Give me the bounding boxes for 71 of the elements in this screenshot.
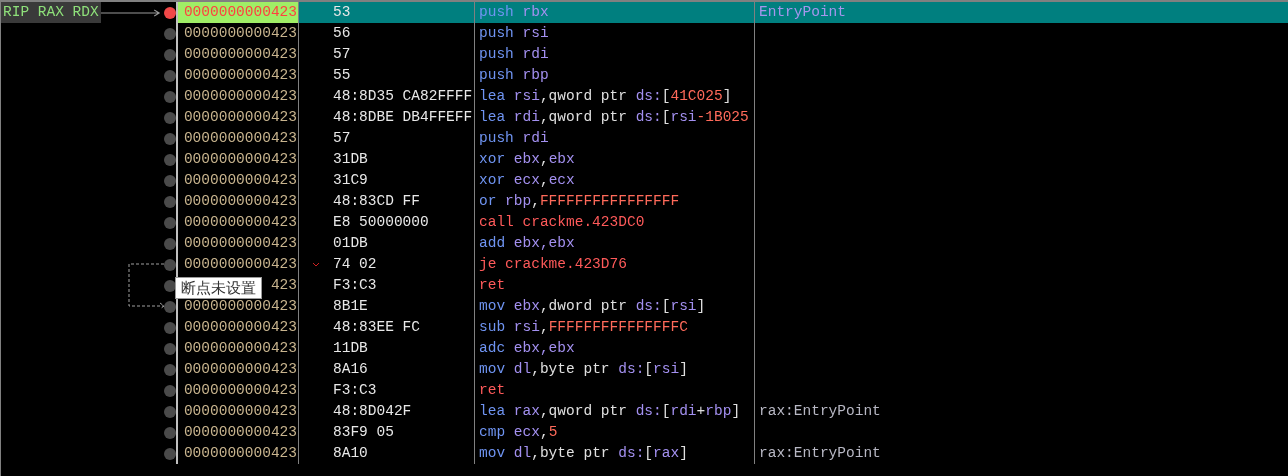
jump-chevron-icon: [312, 262, 320, 267]
tooltip: 断点未设置: [175, 277, 262, 299]
instruction-cell-text: mov dl,byte ptr ds:[rax]: [479, 443, 688, 463]
bytes-cell-text: 53: [333, 2, 351, 22]
bytes-cell-text: 8B1E: [333, 296, 368, 316]
address-cell[interactable]: 0000000000423: [178, 128, 298, 149]
register-label: RIP RAX RDX: [1, 2, 101, 23]
address-cell[interactable]: 0000000000423: [178, 233, 298, 254]
address-cell[interactable]: 0000000000423: [178, 443, 298, 464]
bytes-cell-text: F3:C3: [333, 380, 377, 400]
address-cell[interactable]: 0000000000423: [178, 149, 298, 170]
bytes-cell-text: 48:8DBE DB4FFEFF: [333, 107, 473, 127]
instruction-cell-text: or rbp,FFFFFFFFFFFFFFFF: [479, 191, 680, 211]
instruction-cell-text: push rdi: [479, 128, 549, 148]
bytes-cell-text: 48:8D35 CA82FFFF: [333, 86, 473, 106]
bytes-cell-text: 11DB: [333, 338, 368, 358]
instruction-cell-text: mov ebx,dword ptr ds:[rsi]: [479, 296, 706, 316]
address-cell[interactable]: 0000000000423: [178, 317, 298, 338]
bytes-cell-text: 57: [333, 44, 351, 64]
address-cell[interactable]: 0000000000423: [178, 191, 298, 212]
bytes-cell-text: 56: [333, 23, 351, 43]
instruction-cell-text: lea rsi,qword ptr ds:[41C025]: [479, 86, 732, 106]
bytes-cell-text: 48:83CD FF: [333, 191, 420, 211]
comment-cell-text: EntryPoint: [759, 2, 846, 22]
bytes-cell-text: 48:83EE FC: [333, 317, 420, 337]
address-cell[interactable]: 0000000000423: [178, 44, 298, 65]
pointer-arrow-icon: [100, 8, 161, 17]
comment-cell-text: rax:EntryPoint: [759, 443, 881, 463]
bytes-cell-text: 8A16: [333, 359, 368, 379]
bytes-cell-text: 57: [333, 128, 351, 148]
bytes-cell-text: 8A10: [333, 443, 368, 463]
address-cell[interactable]: 0000000000423: [178, 65, 298, 86]
bytes-cell-text: 31DB: [333, 149, 368, 169]
instruction-cell-text: push rbp: [479, 65, 549, 85]
instruction-cell-text: push rbx: [479, 2, 549, 22]
address-cell[interactable]: 0000000000423: [178, 359, 298, 380]
instruction-cell-text: lea rax,qword ptr ds:[rdi+rbp]: [479, 401, 741, 421]
instruction-cell-text: lea rdi,qword ptr ds:[rsi-1B025: [479, 107, 749, 127]
comment-cell-text: rax:EntryPoint: [759, 401, 881, 421]
address-cell[interactable]: 0000000000423: [178, 296, 298, 317]
bytes-cell-text: 83F9 05: [333, 422, 394, 442]
bytes-cell-text: 74 02: [333, 254, 377, 274]
instruction-cell-text: je crackme.423D76: [479, 254, 627, 274]
instruction-cell-text: ret: [479, 380, 506, 400]
instruction-cell-text: cmp ecx,5: [479, 422, 558, 442]
address-cell[interactable]: 0000000000423: [178, 380, 298, 401]
instruction-cell-text: adc ebx,ebx: [479, 338, 575, 358]
instruction-cell-text: xor ebx,ebx: [479, 149, 575, 169]
instruction-cell-text: mov dl,byte ptr ds:[rsi]: [479, 359, 688, 379]
bytes-cell-text: 31C9: [333, 170, 368, 190]
instruction-cell-text: call crackme.423DC0: [479, 212, 645, 232]
bytes-cell-text: 55: [333, 65, 351, 85]
address-cell[interactable]: 0000000000423: [178, 338, 298, 359]
address-cell[interactable]: 0000000000423: [178, 23, 298, 44]
instruction-cell-text: add ebx,ebx: [479, 233, 575, 253]
instruction-cell-text: push rdi: [479, 44, 549, 64]
address-cell[interactable]: 0000000000423: [178, 212, 298, 233]
instruction-cell-text: xor ecx,ecx: [479, 170, 575, 190]
address-cell[interactable]: 0000000000423: [178, 254, 298, 275]
address-cell[interactable]: 0000000000423: [178, 107, 298, 128]
address-cell[interactable]: 0000000000423: [178, 422, 298, 443]
address-cell[interactable]: 0000000000423: [178, 401, 298, 422]
bytes-cell-text: 01DB: [333, 233, 368, 253]
bytes-cell-text: 48:8D042F: [333, 401, 412, 421]
instruction-cell-text: sub rsi,FFFFFFFFFFFFFFFC: [479, 317, 688, 337]
instruction-cell-text: ret: [479, 275, 506, 295]
bytes-cell-text: F3:C3: [333, 275, 377, 295]
address-cell[interactable]: 0000000000423: [178, 86, 298, 107]
instruction-cell-text: push rsi: [479, 23, 549, 43]
address-cell[interactable]: 0000000000423: [178, 170, 298, 191]
bytes-cell-text: E8 50000000: [333, 212, 429, 232]
